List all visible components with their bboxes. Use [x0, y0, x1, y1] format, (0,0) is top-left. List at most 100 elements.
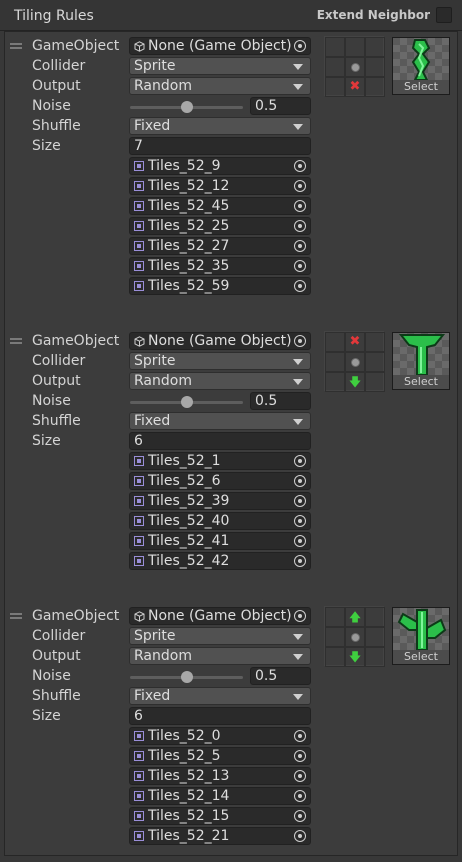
object-picker-icon[interactable]: [294, 240, 306, 252]
reorder-handle-icon[interactable]: [10, 338, 22, 346]
object-picker-icon[interactable]: [294, 515, 306, 527]
neighbor-cell[interactable]: [365, 57, 385, 77]
size-field[interactable]: 6: [129, 432, 311, 450]
tile-field[interactable]: Tiles_52_1: [129, 452, 311, 470]
neighbor-rule-grid[interactable]: 🡅 🡇: [324, 606, 385, 667]
shuffle-dropdown[interactable]: Fixed: [129, 412, 311, 430]
neighbor-cell[interactable]: [365, 352, 385, 372]
select-sprite-button[interactable]: Select: [393, 650, 449, 664]
object-picker-icon[interactable]: [294, 220, 306, 232]
object-picker-icon[interactable]: [294, 610, 306, 622]
select-sprite-button[interactable]: Select: [393, 375, 449, 389]
collider-dropdown[interactable]: Sprite: [129, 627, 311, 645]
object-picker-icon[interactable]: [294, 160, 306, 172]
neighbor-cell[interactable]: ✖: [345, 77, 365, 97]
reorder-handle-icon[interactable]: [10, 43, 22, 51]
tile-field[interactable]: Tiles_52_42: [129, 552, 311, 570]
tile-field[interactable]: Tiles_52_5: [129, 747, 311, 765]
noise-slider-knob[interactable]: [180, 396, 193, 408]
reorder-handle-icon[interactable]: [10, 613, 22, 621]
tile-field[interactable]: Tiles_52_39: [129, 492, 311, 510]
output-dropdown[interactable]: Random: [129, 372, 311, 390]
noise-slider-knob[interactable]: [180, 671, 193, 683]
collider-dropdown[interactable]: Sprite: [129, 57, 311, 75]
tile-field[interactable]: Tiles_52_40: [129, 512, 311, 530]
object-picker-icon[interactable]: [294, 535, 306, 547]
tile-field[interactable]: Tiles_52_12: [129, 177, 311, 195]
neighbor-cell[interactable]: [365, 627, 385, 647]
tile-field[interactable]: Tiles_52_45: [129, 197, 311, 215]
sprite-preview[interactable]: Select: [392, 37, 450, 95]
neighbor-cell[interactable]: [365, 77, 385, 97]
object-picker-icon[interactable]: [294, 555, 306, 567]
tile-field[interactable]: Tiles_52_35: [129, 257, 311, 275]
neighbor-cell[interactable]: [365, 607, 385, 627]
neighbor-cell[interactable]: [325, 332, 345, 352]
object-picker-icon[interactable]: [294, 770, 306, 782]
tile-field[interactable]: Tiles_52_6: [129, 472, 311, 490]
neighbor-cell[interactable]: [325, 372, 345, 392]
tile-field[interactable]: Tiles_52_9: [129, 157, 311, 175]
tile-field[interactable]: Tiles_52_25: [129, 217, 311, 235]
tile-field[interactable]: Tiles_52_27: [129, 237, 311, 255]
noise-slider-knob[interactable]: [180, 101, 193, 113]
neighbor-cell[interactable]: [365, 372, 385, 392]
object-picker-icon[interactable]: [294, 830, 306, 842]
object-picker-icon[interactable]: [294, 810, 306, 822]
gameobject-field[interactable]: None (Game Object): [129, 332, 311, 350]
neighbor-cell[interactable]: [365, 647, 385, 667]
tile-field[interactable]: Tiles_52_13: [129, 767, 311, 785]
neighbor-cell[interactable]: [325, 77, 345, 97]
shuffle-dropdown[interactable]: Fixed: [129, 687, 311, 705]
neighbor-cell[interactable]: [345, 37, 365, 57]
neighbor-cell[interactable]: [345, 352, 365, 372]
neighbor-cell[interactable]: [325, 627, 345, 647]
neighbor-cell[interactable]: [325, 647, 345, 667]
object-picker-icon[interactable]: [294, 200, 306, 212]
extend-neighbor-checkbox[interactable]: [436, 7, 452, 23]
object-picker-icon[interactable]: [294, 790, 306, 802]
object-picker-icon[interactable]: [294, 455, 306, 467]
object-picker-icon[interactable]: [294, 280, 306, 292]
neighbor-cell[interactable]: [365, 37, 385, 57]
object-picker-icon[interactable]: [294, 475, 306, 487]
output-dropdown[interactable]: Random: [129, 647, 311, 665]
neighbor-cell[interactable]: [325, 352, 345, 372]
noise-value-field[interactable]: 0.5: [250, 667, 311, 685]
shuffle-dropdown[interactable]: Fixed: [129, 117, 311, 135]
neighbor-cell[interactable]: 🡇: [345, 372, 365, 392]
neighbor-cell[interactable]: [325, 37, 345, 57]
collider-dropdown[interactable]: Sprite: [129, 352, 311, 370]
tile-field[interactable]: Tiles_52_15: [129, 807, 311, 825]
object-picker-icon[interactable]: [294, 180, 306, 192]
sprite-preview[interactable]: Select: [392, 332, 450, 390]
neighbor-cell[interactable]: [365, 332, 385, 352]
noise-value-field[interactable]: 0.5: [250, 392, 311, 410]
select-sprite-button[interactable]: Select: [393, 80, 449, 94]
object-picker-icon[interactable]: [294, 40, 306, 52]
neighbor-cell[interactable]: 🡇: [345, 647, 365, 667]
tile-field[interactable]: Tiles_52_21: [129, 827, 311, 845]
noise-value-field[interactable]: 0.5: [250, 97, 311, 115]
tile-field[interactable]: Tiles_52_41: [129, 532, 311, 550]
object-picker-icon[interactable]: [294, 730, 306, 742]
neighbor-cell[interactable]: ✖: [345, 332, 365, 352]
neighbor-cell[interactable]: [345, 57, 365, 77]
size-field[interactable]: 6: [129, 707, 311, 725]
object-picker-icon[interactable]: [294, 260, 306, 272]
size-field[interactable]: 7: [129, 137, 311, 155]
gameobject-field[interactable]: None (Game Object): [129, 607, 311, 625]
object-picker-icon[interactable]: [294, 750, 306, 762]
tile-field[interactable]: Tiles_52_14: [129, 787, 311, 805]
tile-field[interactable]: Tiles_52_0: [129, 727, 311, 745]
object-picker-icon[interactable]: [294, 335, 306, 347]
neighbor-cell[interactable]: [325, 57, 345, 77]
object-picker-icon[interactable]: [294, 495, 306, 507]
neighbor-cell[interactable]: 🡅: [345, 607, 365, 627]
output-dropdown[interactable]: Random: [129, 77, 311, 95]
tile-field[interactable]: Tiles_52_59: [129, 277, 311, 295]
gameobject-field[interactable]: None (Game Object): [129, 37, 311, 55]
neighbor-cell[interactable]: [345, 627, 365, 647]
neighbor-rule-grid[interactable]: ✖: [324, 36, 385, 97]
neighbor-rule-grid[interactable]: ✖ 🡇: [324, 331, 385, 392]
